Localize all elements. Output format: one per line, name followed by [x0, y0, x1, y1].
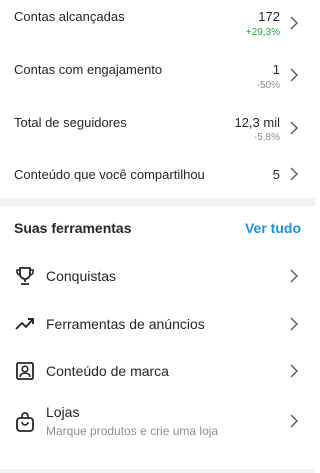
stat-value: 1 — [272, 62, 280, 77]
stat-value: 5 — [272, 167, 280, 182]
tool-label: Conteúdo de marca — [46, 363, 169, 379]
stat-label: Conteúdo que você compartilhou — [14, 167, 205, 182]
stat-row-accounts-reached[interactable]: Contas alcançadas 172 +29,3% — [0, 0, 315, 50]
chevron-right-icon — [289, 121, 299, 135]
stat-delta: -50% — [256, 80, 280, 91]
trend-arrow-icon — [14, 313, 36, 335]
tool-item-branded-content[interactable]: Conteúdo de marca — [0, 351, 315, 391]
trophy-icon — [14, 265, 36, 287]
tool-subtitle: Marque produtos e crie uma loja — [46, 424, 219, 438]
chevron-right-icon — [289, 269, 299, 283]
tool-label: Lojas — [46, 404, 80, 420]
tool-item-shops[interactable]: Lojas Marque produtos e crie uma loja — [0, 398, 315, 446]
section-divider — [0, 198, 315, 206]
tool-label: Conquistas — [46, 268, 117, 284]
stat-label: Contas com engajamento — [14, 62, 163, 77]
section-title: Suas ferramentas — [14, 220, 132, 236]
stat-label: Contas alcançadas — [14, 9, 125, 24]
chevron-right-icon — [289, 16, 299, 30]
stat-label: Total de seguidores — [14, 115, 127, 130]
tool-label: Ferramentas de anúncios — [46, 316, 205, 332]
chevron-right-icon — [289, 414, 299, 428]
stat-delta: -5,8% — [253, 132, 280, 143]
bottom-divider — [0, 469, 315, 473]
stat-row-content-shared[interactable]: Conteúdo que você compartilhou 5 — [0, 158, 315, 194]
stat-value: 172 — [258, 9, 280, 24]
stat-row-accounts-engaged[interactable]: Contas com engajamento 1 -50% — [0, 52, 315, 102]
tool-item-achievements[interactable]: Conquistas — [0, 256, 315, 296]
tool-item-ad-tools[interactable]: Ferramentas de anúncios — [0, 304, 315, 344]
stat-row-total-followers[interactable]: Total de seguidores 12,3 mil -5,8% — [0, 106, 315, 156]
chevron-right-icon — [289, 364, 299, 378]
shopping-bag-icon — [14, 411, 36, 433]
chevron-right-icon — [289, 167, 299, 181]
chevron-right-icon — [289, 68, 299, 82]
stat-delta: +29,3% — [245, 27, 280, 38]
branded-content-icon — [14, 360, 36, 382]
see-all-link[interactable]: Ver tudo — [245, 220, 301, 236]
stat-value: 12,3 mil — [234, 115, 280, 130]
chevron-right-icon — [289, 317, 299, 331]
